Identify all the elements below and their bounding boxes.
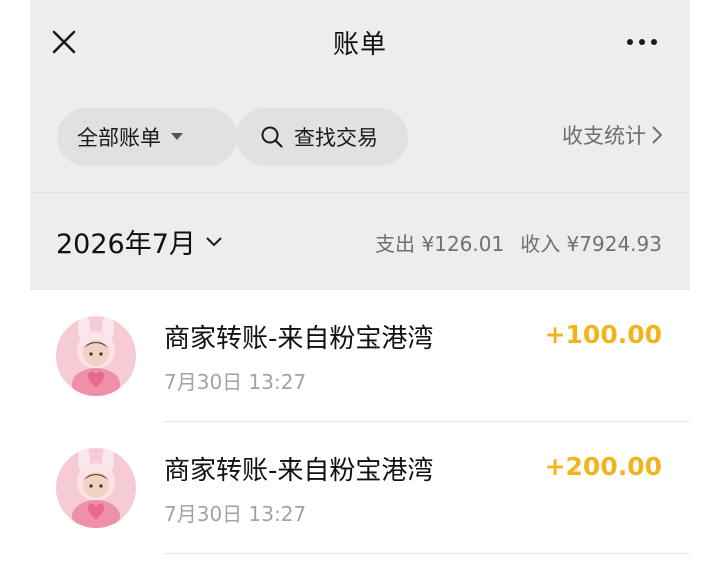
transaction-item[interactable]: 商家转账-来自粉宝港湾 7月30日 13:27 +100.00: [30, 290, 690, 422]
avatar-image: [56, 316, 136, 396]
transaction-title: 商家转账-来自粉宝港湾: [164, 456, 434, 486]
month-label: 2026年7月: [56, 229, 196, 260]
search-icon: [261, 126, 283, 148]
all-bills-label: 全部账单: [77, 126, 161, 150]
filter-divider: [30, 192, 690, 193]
transaction-amount: +200.00: [544, 452, 662, 481]
transaction-amount: +100.00: [544, 320, 662, 349]
month-summary: 支出 ¥126.01 收入 ¥7924.93: [375, 228, 662, 257]
stats-label: 收支统计: [562, 124, 646, 148]
more-icon[interactable]: [622, 30, 662, 54]
list-divider: [164, 553, 690, 554]
avatar-image: [56, 448, 136, 528]
month-selector[interactable]: 2026年7月: [56, 222, 222, 261]
all-bills-filter-button[interactable]: 全部账单: [57, 108, 237, 166]
month-income: 收入 ¥7924.93: [520, 232, 662, 256]
search-transactions-label: 查找交易: [294, 126, 378, 150]
bill-screen: 账单 全部账单 查找交易 收支统计 2026年7月 支出 ¥126.01 收入 …: [30, 0, 690, 575]
search-transactions-button[interactable]: 查找交易: [236, 108, 408, 166]
transaction-item[interactable]: 商家转账-来自粉宝港湾 7月30日 13:27 +200.00: [30, 422, 690, 554]
chevron-right-icon: [652, 126, 662, 144]
income-expense-stats-link[interactable]: 收支统计: [562, 120, 662, 150]
chevron-down-icon: [206, 236, 222, 246]
avatar: [56, 448, 136, 528]
transaction-time: 7月30日 13:27: [164, 370, 307, 394]
close-icon[interactable]: [48, 26, 80, 58]
caret-down-icon: [171, 133, 183, 140]
avatar: [56, 316, 136, 396]
transaction-time: 7月30日 13:27: [164, 502, 307, 526]
month-expense: 支出 ¥126.01: [375, 232, 505, 256]
transaction-title: 商家转账-来自粉宝港湾: [164, 324, 434, 354]
